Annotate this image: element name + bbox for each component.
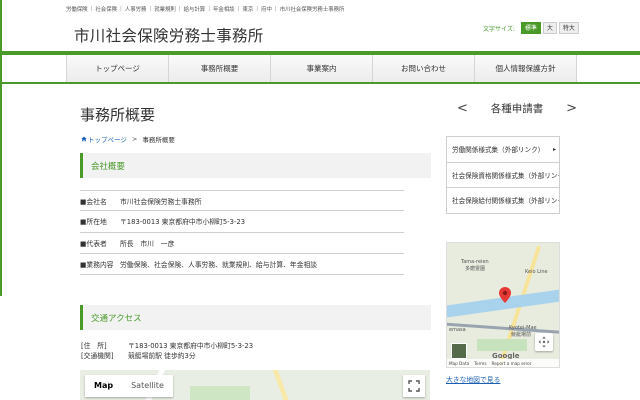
site-title[interactable]: 市川社会保険労務士事務所: [74, 24, 264, 46]
row-value: 〒183-0013 東京都府中市小柳町5-3-23: [120, 218, 246, 227]
font-size-standard-button[interactable]: 標準: [520, 22, 541, 34]
access-address-row: [住 所] 〒183-0013 東京都府中市小柳町5-3-23: [81, 341, 253, 351]
home-icon: [81, 136, 87, 142]
table-row: ■業務内容 労働保険、社会保険、人事労務、就業規則、給与計算、年金相談: [80, 254, 404, 276]
sidebar-link-insurance-qualification-forms[interactable]: 社会保険資格関係様式集（外部リンク） ▸: [446, 162, 560, 188]
map-report-link[interactable]: Report a map error: [492, 361, 532, 366]
top-nav-item[interactable]: 人事労務: [125, 5, 147, 13]
access-info: [住 所] 〒183-0013 東京都府中市小柳町5-3-23 [交通機関] 競艇場…: [81, 341, 253, 361]
access-transport-row: [交通機関] 競艇場前駅 徒歩約3分: [81, 351, 253, 361]
row-key: ■会社名: [80, 197, 107, 206]
font-size-xlarge-button[interactable]: 特大: [558, 22, 579, 34]
company-info-table: ■会社名 市川社会保険労務士事務所 ■所在地 〒183-0013 東京都府中市小…: [80, 190, 404, 276]
breadcrumb-current: 事務所概要: [142, 136, 175, 144]
top-nav-item[interactable]: 年金相談: [213, 5, 235, 13]
map-pin-icon[interactable]: [499, 287, 511, 303]
map-type-satellite-button[interactable]: Satellite: [122, 375, 173, 397]
left-accent-strip: [0, 0, 2, 296]
access-value: 〒183-0013 東京都府中市小柳町5-3-23: [128, 342, 254, 350]
next-arrow-icon[interactable]: >: [566, 101, 577, 116]
top-nav-item[interactable]: 社会保険: [95, 5, 117, 13]
access-section-heading: 交通アクセス: [80, 305, 431, 330]
company-section-heading: 会社概要: [80, 153, 431, 178]
access-key: [交通機関]: [81, 352, 114, 360]
access-key: [住 所]: [81, 342, 107, 350]
prev-arrow-icon[interactable]: <: [457, 101, 468, 116]
map-label-station-jp: 競艇場前: [511, 332, 532, 338]
access-value: 競艇場前駅 徒歩約3分: [128, 352, 196, 360]
top-keyword-nav: 労働保険 | 社会保険 | 人事労務 | 就業規則 | 給与計算 | 年金相談 | 東京 | …: [66, 5, 345, 13]
table-row: ■所在地 〒183-0013 東京都府中市小柳町5-3-23: [80, 211, 404, 233]
map-attribution-data: Map Data: [449, 360, 470, 366]
global-nav: トップページ 事務所概要 事業案内 お問い合わせ 個人情報保護方針: [66, 55, 577, 83]
gnav-item-about[interactable]: 事務所概要: [168, 55, 270, 82]
breadcrumb-home-link[interactable]: トップページ: [88, 134, 127, 144]
row-key: ■業務内容: [80, 261, 114, 270]
gnav-item-top[interactable]: トップページ: [66, 55, 168, 82]
access-map[interactable]: Map Satellite: [80, 370, 430, 400]
nav-divider: [0, 82, 640, 84]
breadcrumb: トップページ > 事務所概要: [81, 134, 175, 144]
page-title: 事務所概要: [80, 106, 156, 124]
top-nav-item[interactable]: 府中: [261, 5, 272, 13]
row-key: ■代表者: [80, 239, 107, 248]
top-nav-item[interactable]: 給与計算: [184, 5, 206, 13]
row-key: ■所在地: [80, 218, 107, 227]
sidebar-title-text: 各種申請書: [490, 103, 544, 115]
row-value: 所長 市川 一彦: [120, 239, 175, 248]
table-row: ■代表者 所長 市川 一彦: [80, 233, 404, 254]
top-nav-item[interactable]: 就業規則: [154, 5, 176, 13]
sidebar-link-label: 社会保険給付関係様式集（外部リンク）: [452, 197, 560, 206]
top-nav-item[interactable]: 東京: [242, 5, 253, 13]
chevron-right-icon: ▸: [552, 145, 556, 153]
satellite-thumbnail-icon[interactable]: [451, 343, 467, 359]
map-label-area2: emasa: [449, 327, 466, 333]
font-size-label: 文字サイズ:: [483, 25, 515, 33]
sidebar-title: < 各種申請書 >: [457, 101, 577, 116]
sidebar-map[interactable]: Tama-reien 多磨霊園 Keio Line emasa Kyotei-M…: [446, 242, 560, 368]
sidebar-link-list: 労働関係様式集（外部リンク） ▸ 社会保険資格関係様式集（外部リンク） ▸ 社会…: [446, 136, 560, 214]
font-size-large-button[interactable]: 大: [542, 22, 557, 34]
row-value: 市川社会保険労務士事務所: [120, 197, 202, 206]
sidebar-link-insurance-benefit-forms[interactable]: 社会保険給付関係様式集（外部リンク） ▸: [446, 188, 560, 214]
row-value: 労働保険、社会保険、人事労務、就業規則、給与計算、年金相談: [120, 261, 318, 270]
top-nav-item[interactable]: 市川社会保険労務士事務所: [280, 5, 345, 13]
breadcrumb-separator: >: [131, 135, 138, 143]
map-type-map-button[interactable]: Map: [85, 375, 122, 397]
gnav-item-services[interactable]: 事業案内: [270, 55, 372, 82]
map-label-road: Keio Line: [525, 269, 548, 275]
map-attribution: Map Data Terms Report a map error: [447, 359, 559, 367]
fullscreen-icon[interactable]: [403, 375, 425, 397]
top-nav-item[interactable]: 労働保険: [66, 5, 88, 13]
gnav-item-contact[interactable]: お問い合わせ: [372, 55, 474, 82]
sidebar-link-label: 労働関係様式集（外部リンク）: [452, 146, 545, 155]
map-label-area-jp: 多磨霊園: [465, 266, 486, 272]
map-pan-control-icon[interactable]: [535, 333, 553, 351]
table-row: ■会社名 市川社会保険労務士事務所: [80, 190, 404, 212]
map-type-control: Map Satellite: [85, 375, 173, 397]
font-size-switcher: 文字サイズ: 標準 大 特大: [483, 22, 579, 34]
view-larger-map-link[interactable]: 大きな地図で見る: [446, 374, 500, 384]
sidebar-link-labor-forms[interactable]: 労働関係様式集（外部リンク） ▸: [446, 137, 560, 163]
gnav-item-privacy[interactable]: 個人情報保護方針: [474, 55, 577, 82]
sidebar-link-label: 社会保険資格関係様式集（外部リンク）: [452, 171, 560, 180]
map-terms-link[interactable]: Terms: [474, 361, 486, 366]
